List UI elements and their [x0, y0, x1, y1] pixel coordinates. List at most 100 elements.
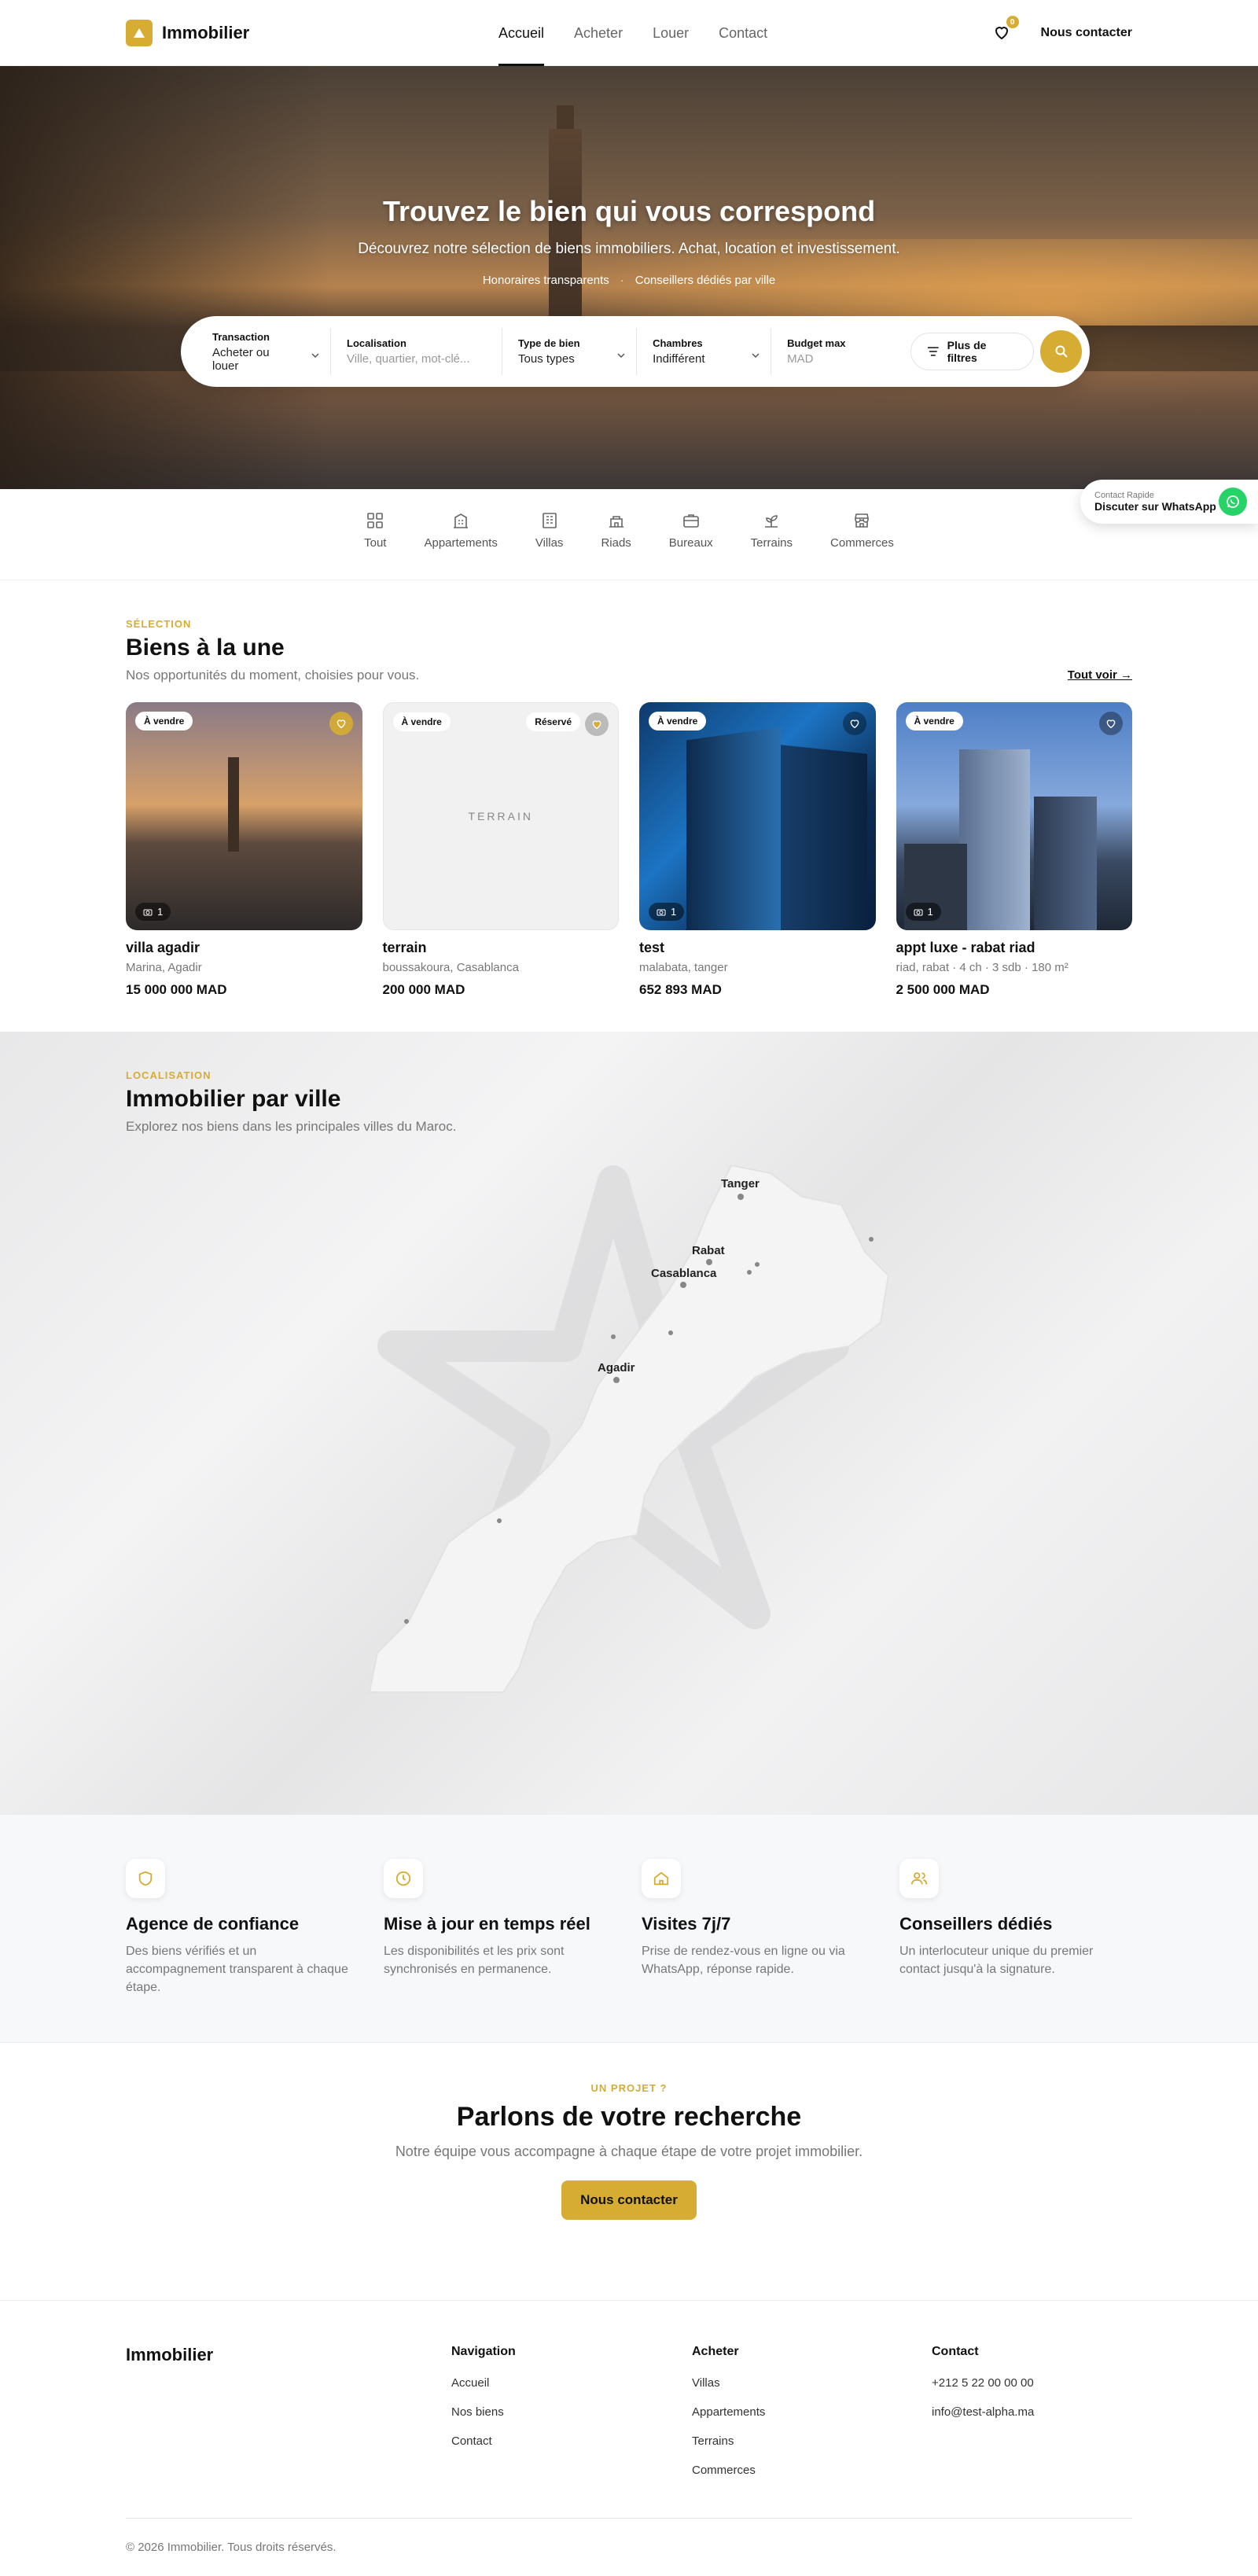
search-button[interactable]: [1040, 330, 1082, 373]
more-filters-label: Plus de filtres: [947, 339, 987, 364]
cta-contact-button[interactable]: Nous contacter: [561, 2180, 697, 2220]
transaction-select[interactable]: Transaction Acheter ou louer: [197, 328, 332, 375]
property-price: 2 500 000 MAD: [896, 982, 990, 997]
budget-input[interactable]: MAD: [787, 352, 895, 366]
city-label-agadir[interactable]: Agadir: [598, 1361, 635, 1374]
property-title[interactable]: terrain: [383, 940, 620, 956]
property-card[interactable]: TERRAIN À vendre Réservé terrain boussak…: [382, 702, 620, 998]
feature-title: Agence de confiance: [126, 1914, 300, 1934]
feature-desc: Des biens vérifiés et un accompagnement …: [126, 1945, 348, 1995]
feature-item: Mise à jour en temps réel Les disponibil…: [384, 1859, 616, 2042]
city-marker[interactable]: [869, 1237, 874, 1242]
chevron-down-icon: [752, 353, 760, 359]
favorite-button[interactable]: [585, 712, 609, 736]
category-commerces[interactable]: Commerces: [830, 511, 894, 580]
footer-link[interactable]: Terrains: [692, 2434, 765, 2448]
nav-acheter[interactable]: Acheter: [574, 0, 623, 66]
site-footer: Immobilier Navigation Accueil Nos biens …: [0, 2301, 1258, 2571]
city-marker[interactable]: [611, 1334, 616, 1339]
property-card[interactable]: À vendre 1 test malabata, tanger 652 893…: [639, 702, 876, 998]
favorite-button[interactable]: [842, 712, 866, 735]
rooms-select[interactable]: Chambres Indifférent: [637, 328, 772, 375]
footer-link[interactable]: Contact: [451, 2434, 516, 2448]
property-title[interactable]: test: [639, 940, 876, 956]
city-marker[interactable]: [755, 1262, 760, 1267]
sale-badge: À vendre: [392, 712, 451, 731]
brand-name: Immobilier: [162, 22, 250, 42]
feature-item: Conseillers dédiés Un interlocuteur uniq…: [899, 1859, 1132, 2042]
footer-link[interactable]: Accueil: [451, 2376, 516, 2390]
type-value: Tous types: [518, 352, 575, 366]
sale-badge: À vendre: [135, 712, 193, 730]
rooms-label: Chambres: [653, 337, 703, 349]
feature-item: Agence de confiance Des biens vérifiés e…: [126, 1859, 359, 2042]
whatsapp-float-button[interactable]: Contact Rapide Discuter sur WhatsApp: [1080, 480, 1258, 524]
category-terrains[interactable]: Terrains: [751, 511, 793, 580]
property-card[interactable]: À vendre 1 appt luxe - rabat riad riad, …: [896, 702, 1133, 998]
photo-count-value: 1: [927, 906, 933, 918]
feature-item: Visites 7j/7 Prise de rendez-vous en lig…: [642, 1859, 874, 2042]
city-marker[interactable]: [680, 1282, 686, 1288]
feature-desc: Les disponibilités et les prix sont sync…: [384, 1945, 565, 1977]
budget-field[interactable]: Budget max MAD: [771, 328, 910, 375]
photo-count-value: 1: [671, 906, 677, 918]
favorite-button[interactable]: [329, 712, 353, 735]
nav-louer[interactable]: Louer: [653, 0, 689, 66]
reserved-badge: Réservé: [526, 712, 580, 731]
property-title[interactable]: appt luxe - rabat riad: [896, 940, 1133, 956]
category-label: Bureaux: [668, 536, 713, 550]
cities-eyebrow: LOCALISATION: [126, 1069, 212, 1081]
city-marker[interactable]: [404, 1619, 409, 1624]
property-image: TERRAIN À vendre Réservé: [382, 702, 619, 930]
hero-banner: Trouvez le bien qui vous correspond Déco…: [0, 66, 1258, 489]
favorite-button[interactable]: [1099, 712, 1123, 735]
more-filters-button[interactable]: Plus de filtres: [910, 333, 1035, 370]
heart-icon: [337, 719, 345, 729]
location-input[interactable]: Ville, quartier, mot-clé...: [347, 352, 486, 366]
brand-logo[interactable]: Immobilier: [126, 19, 250, 46]
city-marker[interactable]: [668, 1330, 673, 1335]
category-tout[interactable]: Tout: [364, 511, 386, 580]
favorites-button[interactable]: 0: [992, 16, 1019, 43]
city-marker[interactable]: [747, 1270, 752, 1275]
footer-link[interactable]: Commerces: [692, 2464, 765, 2477]
property-price: 652 893 MAD: [639, 982, 722, 997]
morocco-map: Tanger Rabat Casablanca Agadir: [368, 1164, 890, 1693]
location-label: Localisation: [347, 337, 406, 349]
cta-section: UN PROJET ? Parlons de votre recherche N…: [0, 2043, 1258, 2301]
see-all-link[interactable]: Tout voir →: [1068, 668, 1132, 682]
camera-icon: [914, 909, 922, 915]
category-appartements[interactable]: Appartements: [424, 511, 498, 580]
city-marker[interactable]: [738, 1194, 744, 1200]
city-label-rabat[interactable]: Rabat: [692, 1244, 725, 1257]
footer-email[interactable]: info@test-alpha.ma: [932, 2405, 1034, 2419]
property-card[interactable]: À vendre 1 villa agadir Marina, Agadir 1…: [126, 702, 362, 998]
city-label-casablanca[interactable]: Casablanca: [651, 1267, 717, 1280]
home-icon: [642, 1859, 681, 1898]
category-villas[interactable]: Villas: [535, 511, 563, 580]
city-marker[interactable]: [613, 1377, 620, 1383]
city-label-tanger[interactable]: Tanger: [721, 1177, 760, 1190]
category-riads[interactable]: Riads: [601, 511, 631, 580]
city-marker[interactable]: [497, 1518, 502, 1523]
footer-link[interactable]: Appartements: [692, 2405, 765, 2419]
category-label: Terrains: [750, 536, 793, 550]
category-bureaux[interactable]: Bureaux: [669, 511, 713, 580]
property-title[interactable]: villa agadir: [126, 940, 362, 956]
sale-badge: À vendre: [649, 712, 707, 730]
logo-mark-icon: [126, 19, 153, 46]
footer-link[interactable]: Villas: [692, 2376, 765, 2390]
location-field[interactable]: Localisation Ville, quartier, mot-clé...: [331, 328, 503, 375]
type-select[interactable]: Type de bien Tous types: [502, 328, 638, 375]
city-marker[interactable]: [706, 1259, 712, 1265]
footer-phone[interactable]: +212 5 22 00 00 00: [932, 2376, 1034, 2390]
nav-contact[interactable]: Contact: [719, 0, 767, 66]
footer-link[interactable]: Nos biens: [451, 2405, 516, 2419]
nav-accueil[interactable]: Accueil: [498, 0, 545, 66]
villa-icon: [542, 513, 557, 528]
footer-brand[interactable]: Immobilier: [126, 2345, 213, 2365]
rooms-value: Indifférent: [653, 352, 705, 366]
main-nav: Accueil Acheter Louer Contact: [498, 0, 767, 66]
whatsapp-label: Discuter sur WhatsApp: [1094, 500, 1216, 513]
header-contact-link[interactable]: Nous contacter: [1041, 26, 1132, 40]
